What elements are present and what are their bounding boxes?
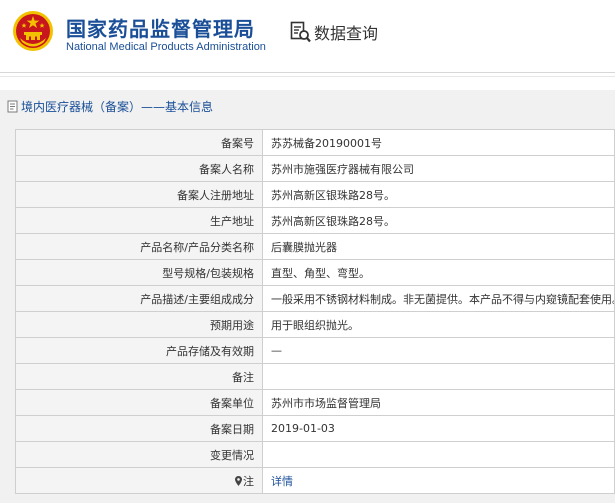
row-value: — (262, 337, 615, 364)
table-row: 变更情况 (15, 441, 615, 468)
row-value: 一般采用不锈钢材料制成。非无菌提供。本产品不得与内窥镜配套使用。 (262, 285, 615, 312)
panel-title: 境内医疗器械（备案）——基本信息 (6, 97, 213, 115)
table-row: 预期用途 用于眼组织抛光。 (15, 311, 615, 338)
info-table: 备案号 苏苏械备20190001号 备案人名称 苏州市施强医疗器械有限公司 备案… (15, 129, 615, 494)
table-row: 备注 (15, 363, 615, 390)
row-value: 苏苏械备20190001号 (262, 129, 615, 156)
site-title-cn: 国家药品监督管理局 (66, 17, 255, 41)
note-label: 注 (243, 474, 254, 488)
table-row: 产品存储及有效期 — (15, 337, 615, 364)
header-divider (0, 72, 615, 73)
row-value: 直型、角型、弯型。 (262, 259, 615, 286)
table-row: 备案单位 苏州市市场监督管理局 (15, 389, 615, 416)
detail-panel: 境内医疗器械（备案）——基本信息 备案号 苏苏械备20190001号 备案人名称… (0, 90, 615, 503)
document-icon (7, 100, 18, 112)
national-emblem-icon (13, 11, 53, 51)
row-value: 苏州市市场监督管理局 (262, 389, 615, 416)
row-label: 备案人注册地址 (15, 181, 263, 208)
row-value: 苏州高新区银珠路28号。 (262, 181, 615, 208)
table-row: 型号规格/包装规格 直型、角型、弯型。 (15, 259, 615, 286)
magnifier-document-icon (290, 21, 311, 43)
table-row: 备案人注册地址 苏州高新区银珠路28号。 (15, 181, 615, 208)
row-value (262, 441, 615, 468)
site-title-en: National Medical Products Administration (66, 41, 266, 53)
row-label: 备注 (15, 363, 263, 390)
row-label: 预期用途 (15, 311, 263, 338)
row-value: 后囊膜抛光器 (262, 233, 615, 260)
row-label: 备案单位 (15, 389, 263, 416)
table-row: 注 详情 (15, 467, 615, 494)
site-header: 国家药品监督管理局 National Medical Products Admi… (0, 0, 615, 72)
table-row: 产品名称/产品分类名称 后囊膜抛光器 (15, 233, 615, 260)
row-value: 用于眼组织抛光。 (262, 311, 615, 338)
panel-title-text: 境内医疗器械（备案）——基本信息 (21, 99, 214, 114)
row-label: 备案号 (15, 129, 263, 156)
table-row: 备案号 苏苏械备20190001号 (15, 129, 615, 156)
row-label: 产品存储及有效期 (15, 337, 263, 364)
location-pin-icon (235, 475, 242, 486)
row-label: 产品描述/主要组成成分 (15, 285, 263, 312)
row-label: 备案日期 (15, 415, 263, 442)
details-link[interactable]: 详情 (271, 475, 293, 488)
table-row: 产品描述/主要组成成分 一般采用不锈钢材料制成。非无菌提供。本产品不得与内窥镜配… (15, 285, 615, 312)
data-query-link[interactable]: 数据查询 (290, 20, 378, 44)
row-label: 产品名称/产品分类名称 (15, 233, 263, 260)
row-label: 变更情况 (15, 441, 263, 468)
table-row: 生产地址 苏州高新区银珠路28号。 (15, 207, 615, 234)
row-value: 2019-01-03 (262, 415, 615, 442)
row-label: 注 (15, 467, 263, 494)
row-label: 型号规格/包装规格 (15, 259, 263, 286)
table-row: 备案日期 2019-01-03 (15, 415, 615, 442)
data-query-label[interactable]: 数据查询 (314, 20, 378, 44)
header-subdivider (0, 76, 615, 77)
row-label: 生产地址 (15, 207, 263, 234)
row-value: 苏州市施强医疗器械有限公司 (262, 155, 615, 182)
row-value: 苏州高新区银珠路28号。 (262, 207, 615, 234)
row-value (262, 363, 615, 390)
row-label: 备案人名称 (15, 155, 263, 182)
table-row: 备案人名称 苏州市施强医疗器械有限公司 (15, 155, 615, 182)
row-value: 详情 (262, 467, 615, 494)
